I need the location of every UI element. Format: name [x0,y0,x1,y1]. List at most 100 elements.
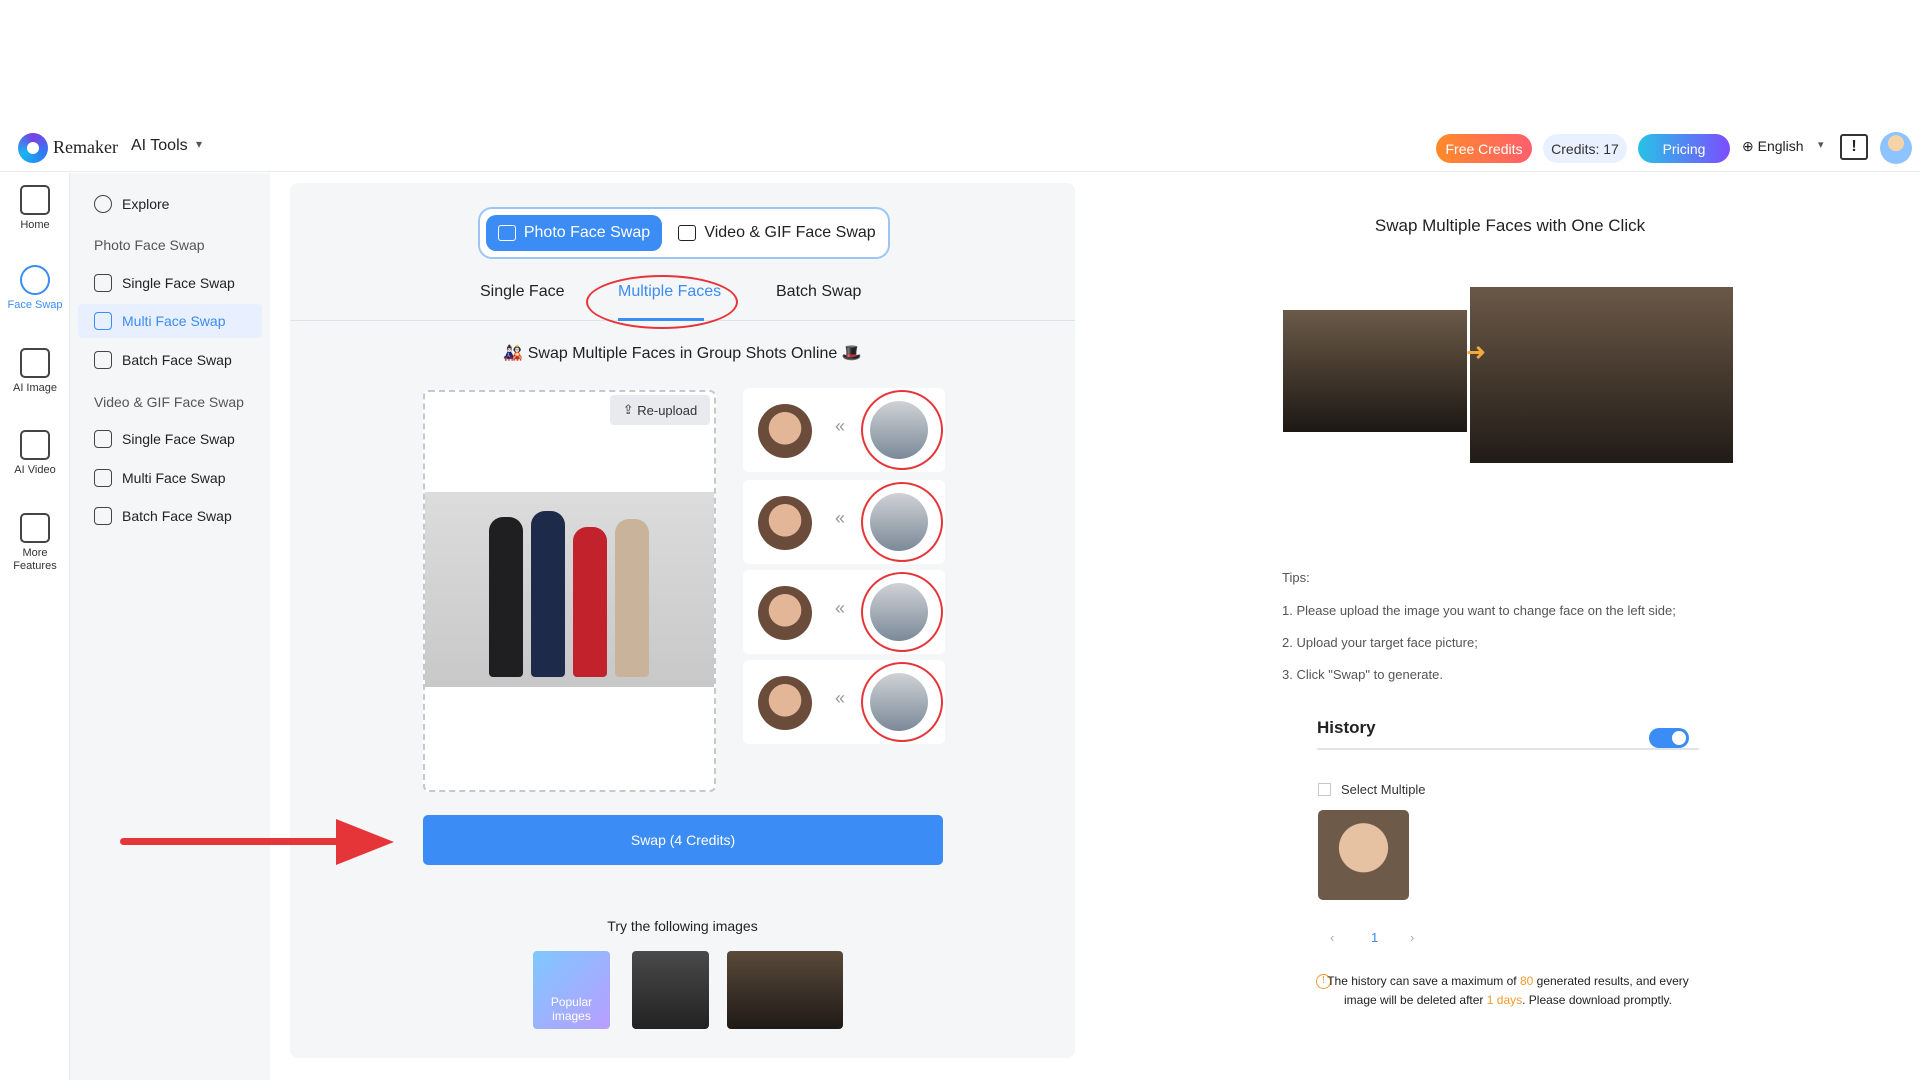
history-section: History [1317,718,1699,750]
sidebar-item-explore[interactable]: Explore [94,195,169,213]
person-figure [489,517,523,677]
face-pair-row: « [743,388,945,472]
blank-top-area [0,0,1920,129]
face-pair-list: « « « « [743,388,945,748]
rail-label: AI Image [12,382,58,394]
popular-images-button[interactable]: Popular images [533,951,610,1029]
demo-before-image [1283,310,1467,432]
rail-item-home[interactable]: Home [0,185,70,231]
sidebar-item-label: Single Face Swap [122,431,235,447]
chevron-left-icon[interactable]: ‹ [1330,930,1334,945]
swap-type-toggle: Photo Face Swap Video & GIF Face Swap [478,207,890,259]
source-face[interactable] [758,404,812,458]
sample-image[interactable] [632,951,709,1029]
highlight-circle [861,572,943,652]
person-figure [573,527,607,677]
sidebar-item-label: Explore [122,196,170,212]
rail-item-face-swap[interactable]: Face Swap [0,265,70,311]
demo-after-image [1470,287,1733,463]
highlight-circle [861,390,943,470]
section-heading: Photo Face Swap [94,237,205,253]
sidebar-item-single-face-swap[interactable]: Single Face Swap [94,274,235,292]
batch-icon [94,351,112,369]
history-thumbnail[interactable] [1318,810,1409,900]
annotation-arrow-head [336,819,394,865]
sidebar-item-multi-face-swap[interactable]: Multi Face Swap [78,304,262,338]
language-selector[interactable]: ⊕ English [1742,138,1804,155]
hat-icon: 🎩 [837,345,862,362]
rail-label: More Features [13,547,57,572]
person-figure [615,519,649,677]
highlight-circle [861,482,943,562]
rail-label: Face Swap [7,299,63,311]
remaker-logo-icon[interactable] [18,133,48,163]
upload-area[interactable]: ⇪ Re-upload [423,390,716,792]
sidebar-item-label: Single Face Swap [122,275,235,291]
reupload-button[interactable]: ⇪ Re-upload [610,395,710,425]
source-face[interactable] [758,676,812,730]
chevron-right-icon[interactable]: › [1410,930,1414,945]
feedback-icon[interactable]: ! [1840,134,1868,160]
photo-face-swap-button[interactable]: Photo Face Swap [486,215,662,251]
party-icon: 🎎 [503,345,528,362]
pricing-button[interactable]: Pricing [1638,134,1730,163]
history-notice: The history can save a maximum of 80 gen… [1318,972,1698,1010]
video-face-icon [94,430,112,448]
select-multiple-checkbox[interactable]: Select Multiple [1318,782,1426,797]
grid-icon [20,513,50,543]
upload-icon: ⇪ [622,402,638,417]
sample-image[interactable] [727,951,843,1029]
double-chevron-left-icon: « [835,416,846,436]
video-users-icon [94,469,112,487]
video-gif-face-swap-button[interactable]: Video & GIF Face Swap [676,215,878,251]
chevron-down-icon[interactable]: ▾ [196,137,202,151]
users-icon [94,312,112,330]
source-face[interactable] [758,496,812,550]
history-toggle[interactable] [1649,728,1689,748]
video-icon [678,225,697,241]
globe-icon: ⊕ [1742,138,1758,154]
sidebar-item-batch-face-swap[interactable]: Batch Face Swap [94,351,232,369]
sidebar-item-label: Multi Face Swap [122,313,226,329]
image-icon [497,225,516,241]
tip-item: 3. Click "Swap" to generate. [1282,667,1443,682]
checkbox[interactable] [1318,783,1331,796]
uploaded-group-photo [425,492,714,687]
try-images-label: Try the following images [607,918,758,934]
language-label: English [1757,138,1804,154]
rail-label: Home [20,219,50,231]
chevron-down-icon[interactable]: ▾ [1818,138,1824,151]
face-icon [94,274,112,292]
rail-item-more-features[interactable]: More Features [0,513,70,573]
free-credits-button[interactable]: Free Credits [1436,134,1532,163]
sidebar-item-video-multi-face-swap[interactable]: Multi Face Swap [94,469,225,487]
credits-badge[interactable]: Credits: 17 [1543,134,1627,163]
sidebar-item-video-single-face-swap[interactable]: Single Face Swap [94,430,235,448]
double-chevron-left-icon: « [835,598,846,618]
swap-button[interactable]: Swap (4 Credits) [423,815,943,865]
rail-item-ai-video[interactable]: AI Video [0,430,70,476]
sidebar-item-label: Multi Face Swap [122,470,226,486]
reupload-label: Re-upload [637,402,698,418]
compass-icon [94,195,112,213]
select-multiple-label: Select Multiple [1341,782,1426,797]
ai-tools-menu[interactable]: AI Tools [131,137,188,155]
feature-title: Swap Multiple Faces with One Click [1374,216,1646,235]
face-pair-row: « [743,660,945,744]
main-panel: Photo Face Swap Video & GIF Face Swap Si… [290,183,1075,1058]
avatar[interactable] [1880,132,1912,164]
source-face[interactable] [758,586,812,640]
rail-item-ai-image[interactable]: AI Image [0,348,70,394]
tab-single-face[interactable]: Single Face [480,283,565,301]
video-icon [20,430,50,460]
brand-name[interactable]: Remaker [53,137,118,158]
curved-arrow-icon: ➜ [1466,339,1487,366]
history-title: History [1317,718,1699,750]
sidebar-item-video-batch-face-swap[interactable]: Batch Face Swap [94,507,232,525]
page-number[interactable]: 1 [1371,930,1378,945]
rail-label: AI Video [14,464,56,476]
face-pair-row: « [743,570,945,654]
notice-max-count: 80 [1519,974,1534,988]
headline-text: Swap Multiple Faces in Group Shots Onlin… [527,345,838,362]
tab-batch-swap[interactable]: Batch Swap [776,283,861,301]
